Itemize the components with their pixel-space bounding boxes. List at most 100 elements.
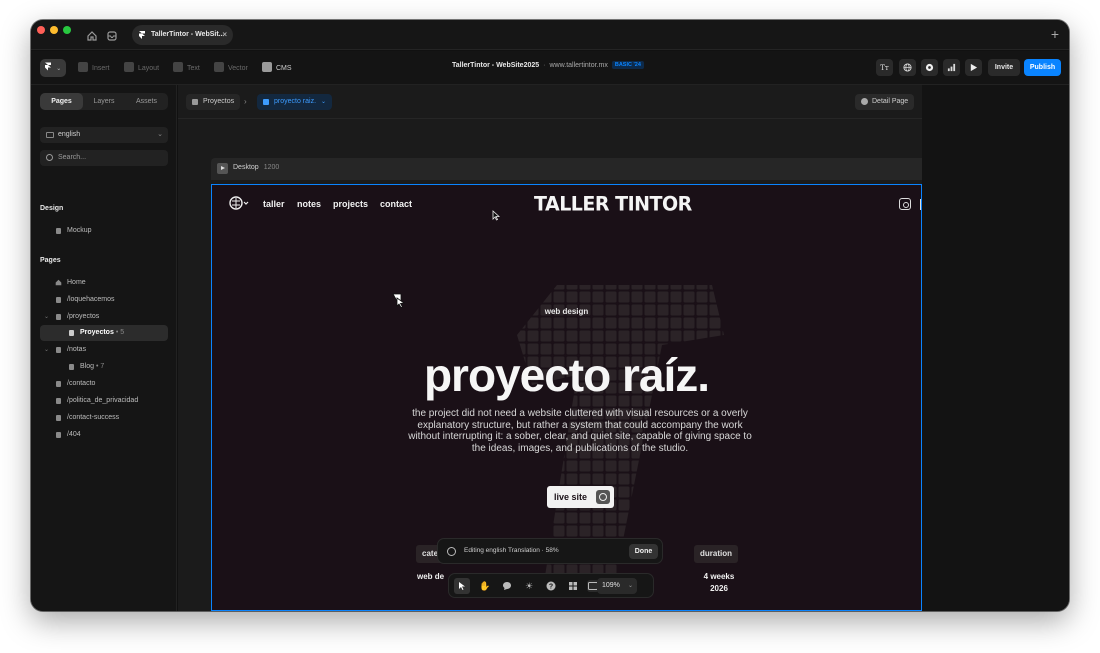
instagram-icon[interactable] (899, 198, 911, 210)
nav-link-notes[interactable]: notes (297, 199, 321, 209)
publish-button[interactable]: Publish (1024, 59, 1061, 76)
document-title: TallerTintor - WebSite2025 · www.tallertin… (452, 61, 644, 69)
help-icon[interactable]: ? (545, 580, 557, 592)
nav-link-taller[interactable]: taller (263, 199, 285, 209)
home-icon[interactable] (86, 30, 98, 42)
vector-icon (214, 62, 224, 72)
translation-status-bar: Editing english Translation · 58% Done (437, 538, 663, 564)
database-icon (192, 99, 198, 105)
settings-icon[interactable] (921, 59, 938, 76)
site-url[interactable]: www.tallertintor.mx (549, 62, 607, 69)
page-label: Blog (80, 363, 95, 370)
tab-close-icon[interactable]: × (222, 25, 227, 45)
design-heading: Design (40, 205, 64, 212)
nav-link-projects[interactable]: projects (333, 199, 368, 209)
comment-icon[interactable] (501, 580, 513, 592)
breadcrumb-collection[interactable]: Proyectos (186, 94, 241, 110)
site-logo-icon[interactable] (229, 196, 251, 210)
project-name: TallerTintor - WebSite2025 (452, 62, 540, 69)
frame-header[interactable]: Desktop 1200 (211, 158, 922, 180)
analytics-icon[interactable] (943, 59, 960, 76)
brightness-icon[interactable]: ☀ (523, 580, 535, 592)
inbox-icon[interactable] (106, 30, 118, 42)
page-item-proyectos-collection[interactable]: Proyectos • 5 (40, 325, 168, 341)
editor-canvas[interactable]: Proyectos › proyecto raiz. ⌄ Detail Page… (178, 85, 922, 611)
framer-logo-icon (139, 31, 145, 39)
page-label: /contacto (67, 380, 96, 387)
maximize-window-button[interactable] (63, 26, 71, 34)
cms-label: CMS (276, 65, 292, 72)
invite-button[interactable]: Invite (988, 59, 1020, 76)
page-icon (56, 347, 61, 353)
grid-icon[interactable] (567, 580, 579, 592)
new-tab-button[interactable]: + (1051, 27, 1059, 41)
insert-label: Insert (92, 65, 110, 72)
site-brand-logo[interactable]: TALLER TINTOR (534, 192, 692, 215)
tab-pages[interactable]: Pages (40, 93, 83, 110)
preview-play-icon[interactable] (217, 163, 228, 174)
live-site-button[interactable]: live site (547, 486, 614, 508)
text-tool[interactable]: Text (173, 62, 200, 74)
zoom-select[interactable]: 109% ⌄ (597, 578, 637, 594)
locale-label: english (58, 131, 81, 138)
insert-icon (78, 62, 88, 72)
page-item-proyectos-folder[interactable]: ⌄ /proyectos (40, 309, 168, 325)
frame-width: 1200 (263, 164, 280, 171)
page-icon (56, 415, 61, 421)
detail-page-button[interactable]: Detail Page (855, 94, 915, 110)
main-menu-button[interactable]: ⌄ (40, 59, 66, 77)
page-label: /proyectos (67, 313, 100, 320)
desktop-frame[interactable]: taller notes projects contact TALLER TIN… (211, 184, 922, 611)
page-item-blog-collection[interactable]: Blog • 7 (40, 359, 168, 375)
item-count: • 7 (95, 363, 105, 370)
tab-layers[interactable]: Layers (83, 93, 125, 110)
done-button[interactable]: Done (629, 544, 658, 559)
page-item-contact-success[interactable]: /contact-success (40, 410, 168, 426)
chevron-right-icon: › (244, 97, 247, 106)
database-icon (69, 330, 74, 336)
globe-icon[interactable] (899, 59, 916, 76)
page-item-contacto[interactable]: /contacto (40, 376, 168, 392)
project-category-eyebrow: web design (544, 307, 589, 316)
nav-link-contact[interactable]: contact (380, 199, 412, 209)
vector-label: Vector (228, 65, 248, 72)
pointer-cursor-icon (492, 210, 500, 221)
page-item-notas-folder[interactable]: ⌄ /notas (40, 342, 168, 358)
chevron-down-icon: ⌄ (56, 66, 62, 72)
layout-tool[interactable]: Layout (124, 62, 159, 74)
preview-play-icon[interactable] (965, 59, 982, 76)
close-window-button[interactable] (37, 26, 45, 34)
page-label: /loquehacemos (67, 296, 115, 303)
language-icon (46, 132, 54, 138)
search-icon (46, 154, 53, 161)
font-icon[interactable]: Tт (876, 59, 893, 76)
item-count: • 5 (115, 329, 125, 336)
meta-year-value: 2026 (710, 584, 728, 593)
insert-tool[interactable]: Insert (78, 62, 110, 74)
page-item-loquehacemos[interactable]: /loquehacemos (40, 292, 168, 308)
select-tool-icon[interactable] (454, 578, 470, 594)
frame-name: Desktop (233, 164, 259, 171)
home-icon (55, 279, 62, 286)
sidebar-tabs: Pages Layers Assets (40, 93, 168, 110)
search-input[interactable]: Search... (40, 150, 168, 166)
page-item-404[interactable]: /404 (40, 427, 168, 443)
hand-tool-icon[interactable]: ✋ (479, 580, 491, 592)
page-label: /notas (67, 346, 87, 353)
page-icon (56, 228, 61, 234)
bottom-toolbar: ✋ ☀ ? 109% ⌄ (448, 573, 654, 598)
browser-tab[interactable]: TallerTintor - WebSit... × (132, 25, 233, 45)
breadcrumb-current-item[interactable]: proyecto raiz. ⌄ (257, 94, 333, 110)
tab-assets[interactable]: Assets (125, 93, 168, 110)
vector-tool[interactable]: Vector (214, 62, 248, 74)
page-item-privacidad[interactable]: /politica_de_privacidad (40, 393, 168, 409)
cms-tool[interactable]: CMS (262, 62, 292, 74)
page-item-home[interactable]: Home (40, 275, 168, 291)
design-item-mockup[interactable]: Mockup (40, 223, 168, 239)
chevron-down-icon: ⌄ (44, 347, 50, 353)
minimize-window-button[interactable] (50, 26, 58, 34)
page-icon (56, 398, 61, 404)
locale-select[interactable]: english ⌄ (40, 127, 168, 143)
text-icon (173, 62, 183, 72)
title-separator: · (543, 62, 546, 69)
